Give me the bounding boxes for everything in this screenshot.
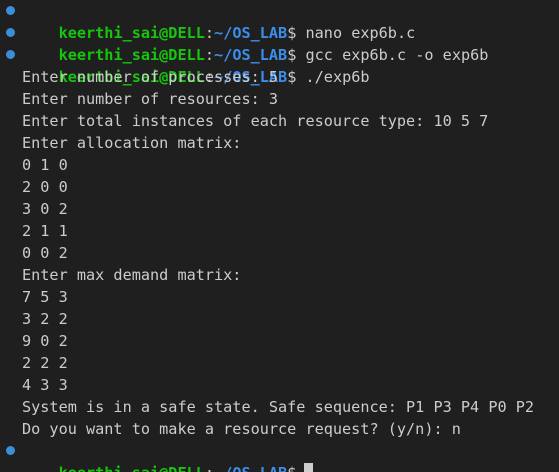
output-line: 4 3 3 bbox=[22, 376, 68, 394]
output-line: 3 2 2 bbox=[22, 310, 68, 328]
output-line: Enter number of processes: 5 bbox=[22, 68, 279, 86]
prompt-path: ~/OS_LAB bbox=[214, 464, 287, 472]
text-cursor bbox=[304, 463, 314, 472]
output-line: 7 5 3 bbox=[22, 288, 68, 306]
output-line: 2 0 0 bbox=[22, 178, 68, 196]
output-line: 3 0 2 bbox=[22, 200, 68, 218]
output-line: Enter number of resources: 3 bbox=[22, 90, 279, 108]
command-status-dot-icon[interactable] bbox=[6, 50, 15, 59]
prompt-line: keerthi_sai@DELL:~/OS_LAB$ nano exp6b.c bbox=[0, 0, 559, 42]
output-line: System is in a safe state. Safe sequence… bbox=[22, 398, 535, 416]
command-status-dot-icon[interactable] bbox=[6, 446, 15, 455]
command-status-dot-icon[interactable] bbox=[6, 6, 15, 15]
terminal-window[interactable]: keerthi_sai@DELL:~/OS_LAB$ nano exp6b.c … bbox=[0, 0, 559, 472]
output-line: Do you want to make a resource request? … bbox=[22, 420, 461, 438]
output-line: 0 0 2 bbox=[22, 244, 68, 262]
output-line: Enter allocation matrix: bbox=[22, 134, 242, 152]
prompt-dollar: $ bbox=[287, 464, 296, 472]
output-line: Enter total instances of each resource t… bbox=[22, 112, 489, 130]
active-prompt-line[interactable]: keerthi_sai@DELL:~/OS_LAB$ bbox=[0, 440, 559, 472]
output-line: 9 0 2 bbox=[22, 332, 68, 350]
output-line: Enter max demand matrix: bbox=[22, 266, 242, 284]
output-line: 2 2 2 bbox=[22, 354, 68, 372]
output-line: 2 1 1 bbox=[22, 222, 68, 240]
command-status-dot-icon[interactable] bbox=[6, 28, 15, 37]
prompt-user-host: keerthi_sai@DELL bbox=[59, 464, 205, 472]
prompt-line: keerthi_sai@DELL:~/OS_LAB$ ./exp6b bbox=[0, 44, 559, 86]
output-line: 0 1 0 bbox=[22, 156, 68, 174]
prompt-separator: : bbox=[205, 464, 214, 472]
prompt-line: keerthi_sai@DELL:~/OS_LAB$ gcc exp6b.c -… bbox=[0, 22, 559, 64]
